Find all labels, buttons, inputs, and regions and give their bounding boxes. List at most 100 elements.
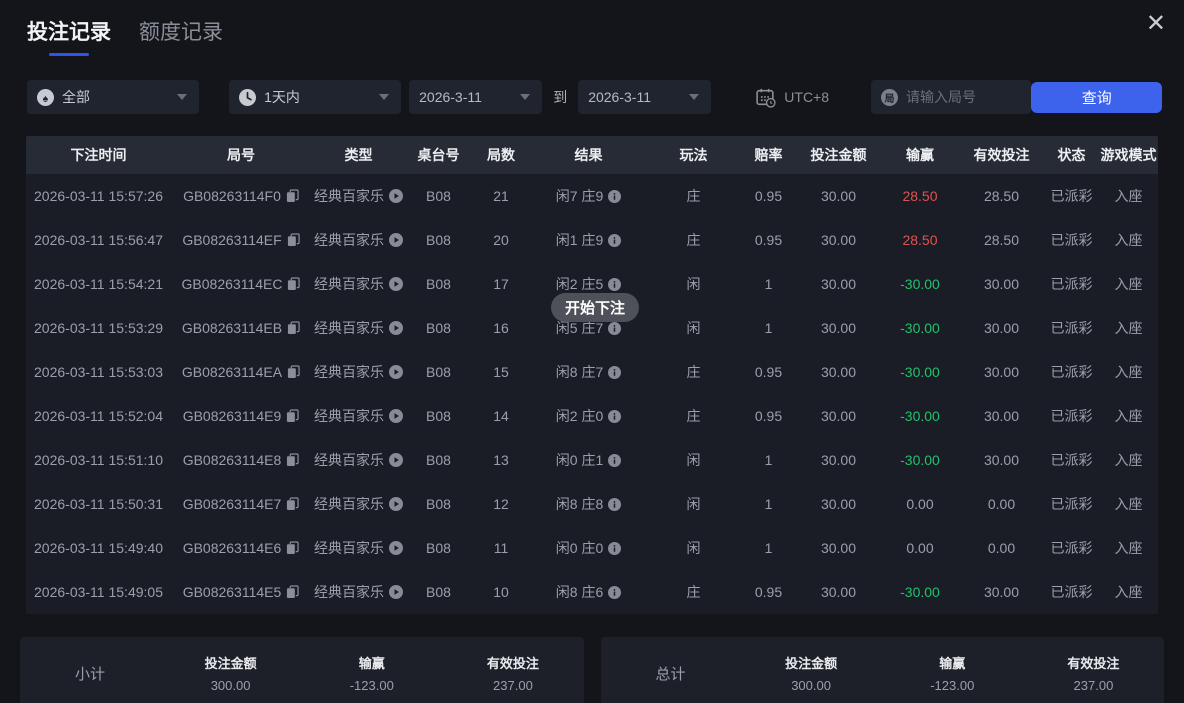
- subtotal-label: 小计: [20, 663, 160, 684]
- cell-game-mode: 入座: [1099, 186, 1158, 206]
- time-range-value: 1天内: [264, 87, 300, 107]
- cell-status: 已派彩: [1044, 274, 1099, 294]
- cell-game-mode: 入座: [1099, 230, 1158, 250]
- cell-bet-time: 2026-03-11 15:57:26: [26, 188, 171, 204]
- info-icon[interactable]: [608, 542, 621, 555]
- cell-result: 闲2 庄5: [531, 274, 646, 294]
- cell-bet-time: 2026-03-11 15:56:47: [26, 232, 171, 248]
- copy-icon[interactable]: [287, 277, 300, 291]
- close-icon[interactable]: ✕: [1142, 8, 1170, 40]
- date-from-picker[interactable]: 2026-3-11: [409, 80, 542, 114]
- game-type-dropdown[interactable]: ♠ 全部: [27, 80, 199, 114]
- play-icon[interactable]: [389, 189, 403, 203]
- info-icon[interactable]: [608, 278, 621, 291]
- cell-status: 已派彩: [1044, 362, 1099, 382]
- cell-odds: 0.95: [741, 364, 796, 380]
- cell-result: 闲8 庄8: [531, 494, 646, 514]
- cell-odds: 1: [741, 452, 796, 468]
- cell-game-type: 经典百家乐: [311, 538, 406, 558]
- info-icon[interactable]: [608, 366, 621, 379]
- copy-icon[interactable]: [286, 541, 299, 555]
- info-icon[interactable]: [608, 234, 621, 247]
- cell-play-type: 闲: [646, 494, 741, 514]
- play-icon[interactable]: [389, 409, 403, 423]
- cell-table-no: B08: [406, 320, 471, 336]
- cell-winloss: -30.00: [881, 364, 959, 380]
- cell-valid-bet: 30.00: [959, 452, 1044, 468]
- cell-play-type: 庄: [646, 406, 741, 426]
- cell-table-no: B08: [406, 276, 471, 292]
- svg-text:♠: ♠: [43, 92, 49, 104]
- cell-result: 闲0 庄1: [531, 450, 646, 470]
- play-icon[interactable]: [389, 497, 403, 511]
- subtotal-valid-bet: 有效投注 237.00: [442, 653, 583, 693]
- copy-icon[interactable]: [286, 189, 299, 203]
- copy-icon[interactable]: [287, 365, 300, 379]
- cell-bet-amount: 30.00: [796, 540, 881, 556]
- cell-game-type: 经典百家乐: [311, 406, 406, 426]
- cell-odds: 1: [741, 496, 796, 512]
- total-valid-bet: 有效投注 237.00: [1023, 653, 1164, 693]
- game-type-value: 全部: [62, 87, 90, 107]
- tab-quota-records[interactable]: 额度记录: [139, 16, 223, 56]
- cell-game-mode: 入座: [1099, 362, 1158, 382]
- copy-icon[interactable]: [287, 233, 300, 247]
- cell-round-count: 20: [471, 232, 531, 248]
- play-icon[interactable]: [389, 585, 403, 599]
- cell-result: 闲2 庄0: [531, 406, 646, 426]
- info-icon[interactable]: [608, 190, 621, 203]
- query-button[interactable]: 查询: [1031, 82, 1162, 113]
- play-icon[interactable]: [389, 453, 403, 467]
- subtotal-bet-amount: 投注金额 300.00: [160, 653, 301, 693]
- cell-status: 已派彩: [1044, 406, 1099, 426]
- column-header: 玩法: [646, 145, 741, 165]
- cell-bet-time: 2026-03-11 15:49:05: [26, 584, 171, 600]
- table-body: 2026-03-11 15:57:26 GB08263114F0 经典百家乐 B…: [26, 174, 1158, 614]
- cell-bet-time: 2026-03-11 15:49:40: [26, 540, 171, 556]
- tab-betting-records[interactable]: 投注记录: [27, 16, 111, 56]
- copy-icon[interactable]: [286, 585, 299, 599]
- cell-result: 闲7 庄9: [531, 186, 646, 206]
- info-icon[interactable]: [608, 586, 621, 599]
- play-icon[interactable]: [389, 277, 403, 291]
- info-icon[interactable]: [608, 454, 621, 467]
- cell-game-type: 经典百家乐: [311, 450, 406, 470]
- cell-round-id: GB08263114EF: [171, 232, 311, 248]
- chevron-down-icon: [177, 94, 187, 100]
- play-icon[interactable]: [389, 321, 403, 335]
- column-header: 输赢: [881, 145, 959, 165]
- round-search-input[interactable]: [906, 89, 1016, 105]
- copy-icon[interactable]: [286, 409, 299, 423]
- round-search-box[interactable]: 局: [871, 80, 1031, 114]
- betting-records-dialog: 投注记录 额度记录 ✕ ♠ 全部 1天内 2026-3-11 到 2026-: [0, 0, 1184, 703]
- play-icon[interactable]: [389, 233, 403, 247]
- cell-round-id: GB08263114EA: [171, 364, 311, 380]
- info-icon[interactable]: [608, 322, 621, 335]
- copy-icon[interactable]: [286, 453, 299, 467]
- time-range-dropdown[interactable]: 1天内: [229, 80, 401, 114]
- table-row: 2026-03-11 15:57:26 GB08263114F0 经典百家乐 B…: [26, 174, 1158, 218]
- table-row: 2026-03-11 15:51:10 GB08263114E8 经典百家乐 B…: [26, 438, 1158, 482]
- chevron-down-icon: [689, 94, 699, 100]
- date-to-picker[interactable]: 2026-3-11: [578, 80, 711, 114]
- cell-odds: 0.95: [741, 232, 796, 248]
- copy-icon[interactable]: [287, 321, 300, 335]
- cell-status: 已派彩: [1044, 230, 1099, 250]
- cell-play-type: 闲: [646, 538, 741, 558]
- info-icon[interactable]: [608, 410, 621, 423]
- subtotal-winloss: 输赢 -123.00: [301, 653, 442, 693]
- play-icon[interactable]: [389, 541, 403, 555]
- cell-play-type: 庄: [646, 186, 741, 206]
- column-header: 桌台号: [406, 145, 471, 165]
- cell-winloss: -30.00: [881, 584, 959, 600]
- cell-round-count: 21: [471, 188, 531, 204]
- cell-status: 已派彩: [1044, 186, 1099, 206]
- copy-icon[interactable]: [286, 497, 299, 511]
- cell-play-type: 庄: [646, 362, 741, 382]
- info-icon[interactable]: [608, 498, 621, 511]
- cell-valid-bet: 0.00: [959, 540, 1044, 556]
- play-icon[interactable]: [389, 365, 403, 379]
- cell-table-no: B08: [406, 364, 471, 380]
- cell-valid-bet: 28.50: [959, 188, 1044, 204]
- cell-result: 闲8 庄6: [531, 582, 646, 602]
